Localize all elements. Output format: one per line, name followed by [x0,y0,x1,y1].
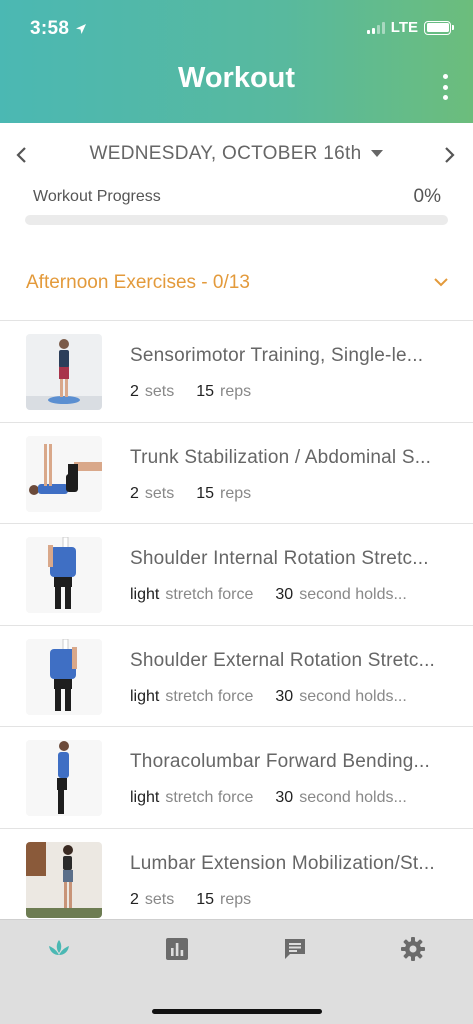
dosage-unit-1: sets [144,484,175,502]
date-navigator: WEDNESDAY, OCTOBER 16th [0,138,473,172]
exercise-row[interactable]: Lumbar Extension Mobilization/St... 2 set… [0,829,473,930]
tab-messages[interactable] [282,936,308,962]
dosage-value-1: light [130,789,160,806]
dosage-value-2: 30 [275,789,294,806]
date-selector[interactable]: WEDNESDAY, OCTOBER 16th [0,143,473,165]
exercise-dosage: light stretch force 30 second holds... [130,789,460,807]
dosage-unit-2: reps [220,890,252,908]
dosage-value-2: 15 [196,484,215,502]
exercise-name: Shoulder Internal Rotation Stretc... [130,548,429,569]
date-text: WEDNESDAY, OCTOBER 16th [89,143,362,164]
app-header: 3:58 LTE Workout [0,0,473,123]
dosage-value-2: 30 [275,687,294,705]
exercise-name: Sensorimotor Training, Single-le... [130,345,424,366]
status-time: 3:58 [30,18,87,40]
more-options-icon[interactable] [441,74,449,100]
exercise-row[interactable]: Sensorimotor Training, Single-le... 2 set… [0,321,473,423]
chevron-down-icon[interactable] [433,276,449,288]
exercise-thumbnail [26,334,102,410]
dosage-unit-1: sets [144,890,175,908]
tab-settings[interactable] [400,936,426,962]
lotus-icon [49,940,69,955]
dosage-unit-2: reps [220,383,252,400]
exercise-thumbnail [26,841,102,918]
tab-progress[interactable] [164,936,190,962]
dosage-unit-2: reps [220,484,252,502]
section-header[interactable]: Afternoon Exercises - 0/13 [0,262,473,306]
progress-bar [25,215,448,225]
exercise-dosage: light stretch force 30 second holds... [130,688,460,706]
network-label: LTE [390,19,418,36]
dosage-value-1: 2 [130,484,139,502]
exercise-thumbnail [26,740,102,816]
dosage-unit-1: stretch force [165,586,254,603]
dosage-unit-1: stretch force [165,687,254,705]
progress-percent: 0% [413,186,441,207]
exercise-name: Shoulder External Rotation Stretc... [130,649,436,671]
progress-label: Workout Progress [33,188,161,205]
dosage-unit-2: second holds... [299,687,407,705]
tab-bar [0,919,473,1024]
status-time-text: 3:58 [30,18,70,39]
section-title: Afternoon Exercises - 0/13 [26,272,250,293]
signal-icon [366,21,385,34]
exercise-row[interactable]: Shoulder Internal Rotation Stretc... lig… [0,524,473,626]
tab-workout[interactable] [46,936,72,962]
page-title: Workout [177,62,296,94]
dosage-value-2: 15 [196,383,215,400]
location-arrow-icon [76,24,87,34]
battery-icon [424,20,454,35]
dosage-unit-2: second holds... [299,789,407,806]
exercise-row[interactable]: Thoracolumbar Forward Bending... light st… [0,727,473,829]
exercise-thumbnail [26,435,102,512]
exercise-name: Lumbar Extension Mobilization/St... [130,852,435,874]
exercise-row[interactable]: Shoulder External Rotation Stretc... lig… [0,626,473,727]
chevron-right-icon[interactable] [439,145,459,165]
dosage-value-2: 30 [275,586,294,603]
dosage-value-2: 15 [196,890,215,908]
exercise-dosage: 2 sets 15 reps [130,891,460,909]
dosage-unit-1: sets [144,383,175,400]
exercise-name: Thoracolumbar Forward Bending... [130,751,430,772]
exercise-dosage: 2 sets 15 reps [130,485,460,503]
exercise-list: Sensorimotor Training, Single-le... 2 set… [0,320,473,930]
chat-icon [285,939,305,959]
exercise-thumbnail [26,638,102,715]
dosage-value-1: 2 [130,890,139,908]
dosage-value-1: light [130,586,160,603]
status-indicators: LTE [366,19,454,36]
bar-chart-icon [166,938,188,960]
gear-icon [401,937,425,961]
dosage-unit-1: stretch force [165,789,254,806]
home-indicator [152,1009,322,1014]
dosage-value-1: light [130,687,160,705]
dosage-unit-2: second holds... [299,586,407,603]
exercise-name: Trunk Stabilization / Abdominal S... [130,446,432,468]
exercise-dosage: 2 sets 15 reps [130,383,460,401]
exercise-thumbnail [26,537,102,613]
exercise-row[interactable]: Trunk Stabilization / Abdominal S... 2 se… [0,423,473,524]
caret-down-icon [371,150,384,158]
exercise-dosage: light stretch force 30 second holds... [130,586,460,604]
dosage-value-1: 2 [130,383,139,400]
